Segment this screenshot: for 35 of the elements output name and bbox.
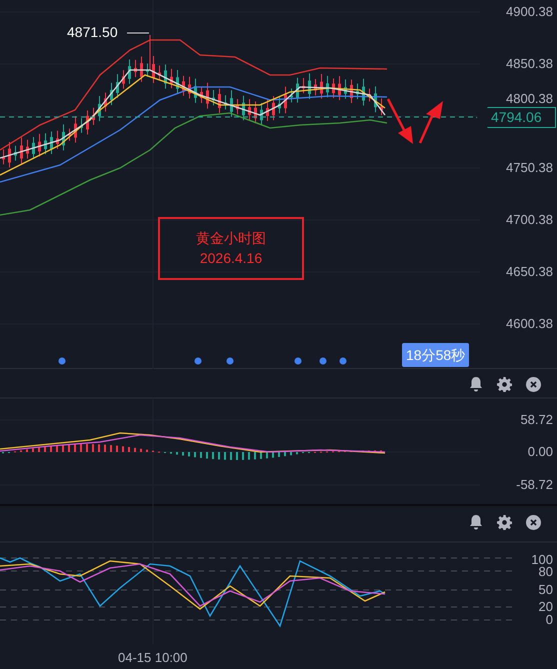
axis-label: 20 <box>538 600 553 613</box>
axis-label: 100 <box>531 553 553 566</box>
price-label: 4850.38 <box>506 57 553 70</box>
axis-label: 80 <box>538 565 553 578</box>
time-label: 04-15 10:00 <box>118 651 188 664</box>
event-marker-icon[interactable] <box>194 358 202 364</box>
event-marker-icon[interactable] <box>320 358 326 364</box>
axis-label: 0.00 <box>528 445 553 458</box>
price-label: 4650.38 <box>506 265 553 278</box>
price-label: 4800.38 <box>506 92 553 105</box>
price-label: 4750.38 <box>506 161 553 174</box>
annotation-date: 2026.4.16 <box>200 250 262 267</box>
event-marker-icon[interactable] <box>58 358 66 364</box>
event-marker-icon[interactable] <box>294 358 302 364</box>
price-label: 4900.38 <box>506 5 553 18</box>
axis-label: 50 <box>538 583 553 596</box>
countdown-badge: 18分58秒 <box>402 343 470 367</box>
leader-line <box>126 32 150 34</box>
event-marker-icon[interactable] <box>226 358 234 364</box>
current-price-tag: 4794.06 <box>476 107 556 128</box>
price-label: 4600.38 <box>506 317 553 330</box>
bell-icon[interactable] <box>469 376 483 392</box>
arrow-drawing <box>386 98 443 144</box>
annotation-title: 黄金小时图 <box>196 230 266 248</box>
close-icon[interactable] <box>526 514 541 530</box>
event-marker-icon[interactable] <box>340 358 346 364</box>
close-icon[interactable] <box>526 376 541 392</box>
axis-label: 58.72 <box>520 413 553 426</box>
settings-icon[interactable] <box>497 376 512 392</box>
high-price-label: 4871.50 <box>67 25 118 39</box>
settings-icon[interactable] <box>497 514 512 530</box>
price-label: 4700.38 <box>506 213 553 226</box>
axis-label: 0 <box>546 613 553 626</box>
bell-icon[interactable] <box>469 514 483 530</box>
axis-label: -58.72 <box>516 478 553 491</box>
